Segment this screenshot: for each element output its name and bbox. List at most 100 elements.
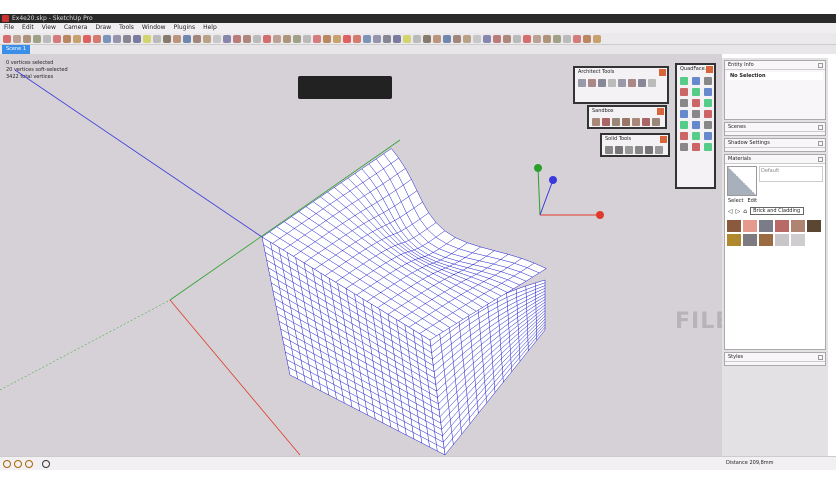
tool-button[interactable] <box>233 34 241 43</box>
credits-icon[interactable] <box>14 460 22 468</box>
panel-title[interactable]: Entity Info <box>725 61 825 70</box>
tool-button[interactable] <box>453 34 461 43</box>
help-icon[interactable] <box>42 460 50 468</box>
tool-button[interactable] <box>293 34 301 43</box>
tool-button[interactable] <box>573 34 581 43</box>
material-name[interactable]: Default <box>759 166 823 182</box>
tool-button[interactable] <box>592 118 600 126</box>
panel-title[interactable]: Styles <box>725 353 825 362</box>
close-icon[interactable] <box>659 69 666 76</box>
tool-button[interactable] <box>704 121 712 129</box>
material-swatch[interactable] <box>743 234 757 246</box>
tool-button[interactable] <box>443 34 451 43</box>
close-icon[interactable] <box>818 141 823 146</box>
tool-button[interactable] <box>423 34 431 43</box>
material-swatch[interactable] <box>775 234 789 246</box>
floating-tool-palette[interactable] <box>298 76 392 99</box>
measurements-box[interactable]: Distance 209,8mm <box>726 460 774 466</box>
tool-button[interactable] <box>33 34 41 43</box>
tool-button[interactable] <box>652 118 660 126</box>
tool-button[interactable] <box>602 118 610 126</box>
menu-camera[interactable]: Camera <box>64 23 88 33</box>
tool-button[interactable] <box>303 34 311 43</box>
user-icon[interactable] <box>25 460 33 468</box>
tool-button[interactable] <box>183 34 191 43</box>
tool-button[interactable] <box>153 34 161 43</box>
tool-button[interactable] <box>113 34 121 43</box>
tool-button[interactable] <box>533 34 541 43</box>
tool-button[interactable] <box>655 146 663 154</box>
tool-button[interactable] <box>618 79 626 87</box>
tool-button[interactable] <box>642 118 650 126</box>
tool-button[interactable] <box>413 34 421 43</box>
tool-button[interactable] <box>253 34 261 43</box>
tool-button[interactable] <box>638 79 646 87</box>
back-icon[interactable]: ◁ <box>728 208 733 215</box>
tool-button[interactable] <box>193 34 201 43</box>
tool-button[interactable] <box>704 110 712 118</box>
3d-viewport[interactable]: 0 vertices selected 20 vertices soft-sel… <box>0 54 765 456</box>
tool-button[interactable] <box>704 88 712 96</box>
tab-scene-1[interactable]: Scene 1 <box>2 45 31 54</box>
tool-button[interactable] <box>593 34 601 43</box>
tool-button[interactable] <box>173 34 181 43</box>
material-swatch[interactable] <box>743 220 757 232</box>
tool-button[interactable] <box>383 34 391 43</box>
tool-button[interactable] <box>680 110 688 118</box>
tool-button[interactable] <box>393 34 401 43</box>
library-select[interactable]: Brick and Cladding <box>750 207 805 215</box>
tool-button[interactable] <box>680 88 688 96</box>
tool-button[interactable] <box>625 146 633 154</box>
tool-button[interactable] <box>263 34 271 43</box>
tool-button[interactable] <box>3 34 11 43</box>
close-icon[interactable] <box>818 63 823 68</box>
tool-button[interactable] <box>273 34 281 43</box>
gizmo-handle[interactable] <box>596 211 604 219</box>
tool-button[interactable] <box>635 146 643 154</box>
tool-button[interactable] <box>473 34 481 43</box>
menu-plugins[interactable]: Plugins <box>174 23 196 33</box>
tool-button[interactable] <box>578 79 586 87</box>
tool-button[interactable] <box>632 118 640 126</box>
close-icon[interactable] <box>660 136 667 143</box>
tool-button[interactable] <box>704 132 712 140</box>
menu-window[interactable]: Window <box>142 23 166 33</box>
tool-button[interactable] <box>704 143 712 151</box>
geolocation-icon[interactable] <box>3 460 11 468</box>
tool-button[interactable] <box>63 34 71 43</box>
tool-button[interactable] <box>143 34 151 43</box>
tool-button[interactable] <box>704 99 712 107</box>
tool-button[interactable] <box>598 79 606 87</box>
tab-edit[interactable]: Edit <box>747 198 757 204</box>
panel-title[interactable]: Materials <box>725 155 825 164</box>
tool-button[interactable] <box>363 34 371 43</box>
menu-edit[interactable]: Edit <box>22 23 34 33</box>
tool-button[interactable] <box>523 34 531 43</box>
tool-button[interactable] <box>433 34 441 43</box>
tool-button[interactable] <box>103 34 111 43</box>
material-swatch[interactable] <box>727 220 741 232</box>
tool-button[interactable] <box>463 34 471 43</box>
tool-button[interactable] <box>503 34 511 43</box>
tool-button[interactable] <box>692 77 700 85</box>
tool-button[interactable] <box>53 34 61 43</box>
material-swatch[interactable] <box>759 234 773 246</box>
tool-button[interactable] <box>543 34 551 43</box>
material-swatch[interactable] <box>791 220 805 232</box>
panel-title[interactable]: Shadow Settings <box>725 139 825 148</box>
material-swatch[interactable] <box>807 220 821 232</box>
tool-button[interactable] <box>203 34 211 43</box>
tool-button[interactable] <box>692 132 700 140</box>
tool-button[interactable] <box>513 34 521 43</box>
tool-button[interactable] <box>692 121 700 129</box>
menu-help[interactable]: Help <box>203 23 217 33</box>
tool-button[interactable] <box>283 34 291 43</box>
close-icon[interactable] <box>818 355 823 360</box>
tool-button[interactable] <box>93 34 101 43</box>
tool-button[interactable] <box>583 34 591 43</box>
material-swatch[interactable] <box>791 234 805 246</box>
tool-button[interactable] <box>648 79 656 87</box>
tool-button[interactable] <box>213 34 221 43</box>
close-icon[interactable] <box>818 157 823 162</box>
tool-button[interactable] <box>163 34 171 43</box>
